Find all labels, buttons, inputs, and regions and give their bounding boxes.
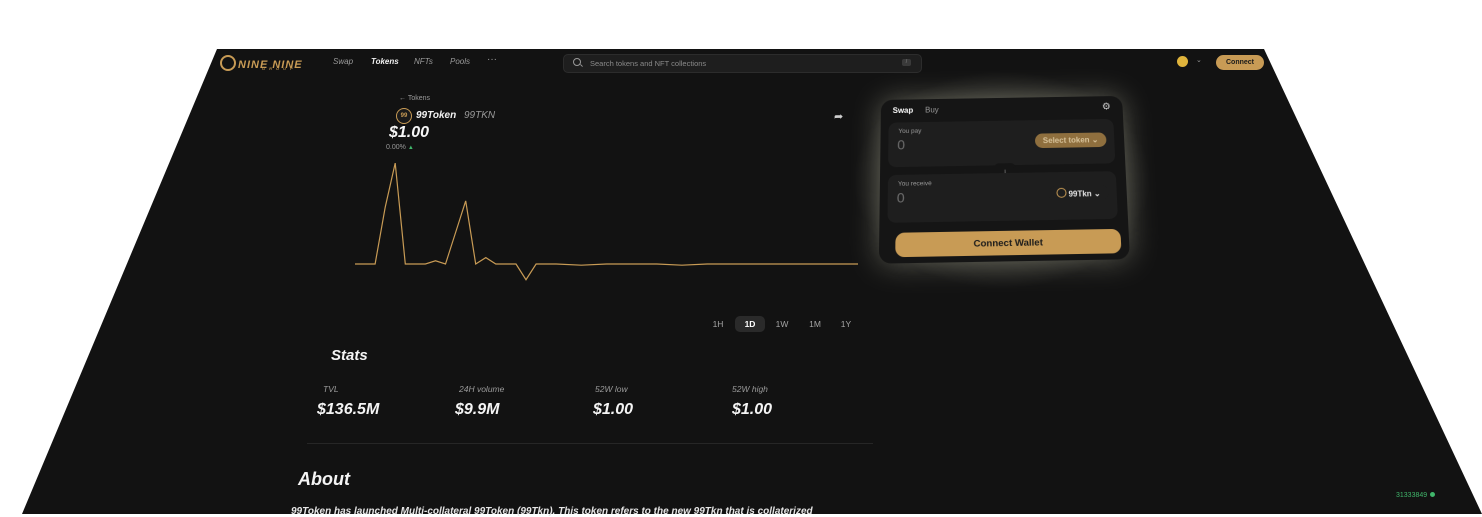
receive-token-button[interactable]: 99Tkn ⌄ (1047, 185, 1109, 201)
connect-wallet-button[interactable]: Connect Wallet (895, 228, 1122, 258)
tab-buy[interactable]: Buy (925, 106, 939, 115)
nav-tokens[interactable]: Tokens (371, 57, 399, 66)
price-line (355, 162, 858, 281)
range-1w[interactable]: 1W (768, 316, 796, 332)
receive-label: You receive (897, 180, 932, 188)
pay-label: You pay (898, 127, 922, 135)
chevron-down-icon: ⌄ (1091, 135, 1099, 145)
stat-tvl-label: TVL (323, 384, 339, 394)
token-99-icon (1056, 187, 1067, 198)
token-name: 99Token (416, 110, 457, 121)
chevron-down-icon[interactable]: ⌄ (1196, 56, 1202, 64)
nav-pools[interactable]: Pools (450, 57, 470, 66)
search-bar[interactable]: / (563, 54, 922, 73)
gear-icon[interactable]: ⚙ (1102, 102, 1111, 113)
range-1m[interactable]: 1M (801, 316, 829, 332)
stat-volume-label: 24H volume (459, 384, 505, 394)
stat-52w-low-label: 52W low (595, 384, 628, 394)
network-icon[interactable] (1177, 56, 1188, 67)
search-input[interactable] (590, 57, 880, 69)
receive-panel: You receive 0 99Tkn ⌄ (887, 171, 1118, 223)
price-chart[interactable] (355, 160, 860, 286)
nav-more-icon[interactable]: ··· (487, 54, 497, 65)
pay-panel: You pay 0 Select token ⌄ (888, 118, 1116, 168)
about-title: About (298, 469, 350, 489)
change-up-arrow-icon: ▲ (407, 145, 414, 151)
range-1h[interactable]: 1H (704, 316, 732, 332)
block-number: 31333849 (1396, 492, 1436, 499)
price-change: 0.00% ▲ (386, 144, 414, 151)
logo-mark-icon (220, 55, 236, 71)
stat-tvl-value: $136.5M (317, 401, 380, 418)
tab-swap[interactable]: Swap (893, 106, 914, 115)
search-icon (573, 58, 581, 66)
token-price: $1.00 (389, 124, 430, 141)
stat-52w-low-value: $1.00 (593, 401, 634, 418)
share-icon[interactable]: ➦ (834, 110, 843, 123)
stat-52w-high-label: 52W high (732, 384, 768, 394)
token-logo-icon: 99 (396, 108, 412, 124)
stat-52w-high-value: $1.00 (732, 401, 773, 418)
range-1d[interactable]: 1D (735, 316, 765, 332)
nav-swap[interactable]: Swap (333, 57, 353, 66)
section-divider (307, 443, 873, 444)
stat-volume-value: $9.9M (455, 401, 500, 418)
brand-logo[interactable]: NINE NINE GROUP (220, 55, 303, 71)
swap-widget: Swap Buy ⚙ You pay 0 Select token ⌄ ↓ Yo… (878, 95, 1130, 264)
search-shortcut-key: / (902, 59, 911, 66)
stats-title: Stats (331, 347, 368, 364)
pay-amount-input[interactable]: 0 (897, 137, 905, 153)
range-1y[interactable]: 1Y (832, 316, 860, 332)
status-dot-icon (1430, 492, 1436, 497)
select-token-button[interactable]: Select token ⌄ (1034, 132, 1107, 149)
back-to-tokens-link[interactable]: ← Tokens (399, 95, 430, 102)
token-symbol: 99TKN (464, 110, 496, 121)
about-text: 99Token has launched Multi-collateral 99… (291, 506, 813, 517)
nav-nfts[interactable]: NFTs (414, 57, 433, 66)
brand-subtitle: GROUP (262, 66, 297, 71)
connect-button[interactable]: Connect (1216, 55, 1264, 70)
receive-amount-input[interactable]: 0 (897, 190, 905, 206)
chevron-down-icon: ⌄ (1093, 189, 1101, 199)
